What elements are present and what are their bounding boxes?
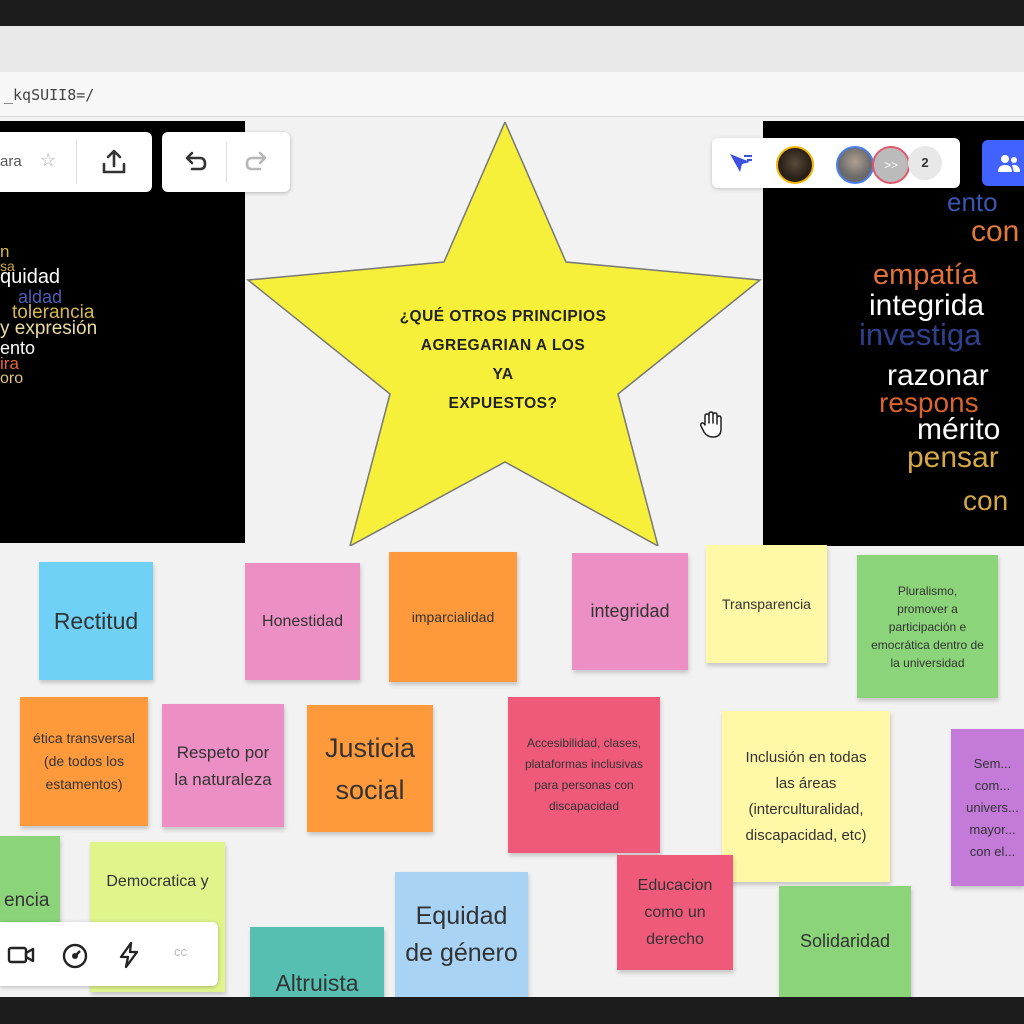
avatar[interactable]: [836, 146, 874, 184]
lightning-icon[interactable]: [114, 940, 144, 970]
question-line: AGREGARIAN A LOS: [420, 337, 586, 354]
people-icon: [998, 155, 1020, 172]
sticky-note[interactable]: Altruista: [250, 927, 384, 997]
sticky-note-text: Justicia social: [324, 732, 416, 805]
sticky-note-text: integridad: [590, 601, 670, 621]
upload-icon[interactable]: [98, 146, 130, 178]
avatar[interactable]: [776, 146, 814, 184]
collaboration-toolbar: >> 2: [712, 138, 1024, 188]
sticky-note[interactable]: Inclusión en todas las áreas (intercultu…: [722, 711, 890, 882]
cloud-word: investiga: [859, 317, 982, 352]
question-line: EXPUESTOS?: [448, 395, 558, 412]
sticky-note[interactable]: Sem... com... univers... mayor... con el…: [951, 729, 1024, 886]
cloud-word: quidad: [0, 266, 61, 288]
sticky-note-text: Democratica y: [106, 873, 209, 890]
undo-icon[interactable]: [180, 148, 208, 176]
window-top-bar: [0, 0, 1024, 26]
sticky-note-text: Altruista: [275, 970, 359, 996]
board-name[interactable]: ara: [0, 153, 22, 170]
cloud-word: con: [963, 485, 1009, 516]
sticky-note-text: Honestidad: [262, 612, 343, 630]
address-bar[interactable]: _kqSUII8=/: [0, 72, 1024, 117]
sticky-note[interactable]: Pluralismo, promover a participación e e…: [857, 555, 998, 698]
sticky-note[interactable]: ética transversal (de todos los estament…: [20, 697, 148, 826]
hand-cursor-icon: [699, 411, 722, 438]
star-icon[interactable]: ☆: [40, 150, 56, 171]
sticky-note-text: encia: [4, 890, 50, 911]
sticky-note[interactable]: Equidad de género: [395, 872, 528, 997]
sticky-note-text: Inclusión en todas las áreas (intercultu…: [745, 748, 867, 844]
sticky-note[interactable]: Educacion como un derecho: [617, 855, 733, 970]
sticky-note-text: Transparencia: [722, 596, 811, 612]
sticky-note[interactable]: Rectitud: [39, 562, 153, 680]
sticky-note-text: imparcialidad: [411, 609, 495, 625]
collaborators-panel: >> 2: [712, 138, 960, 188]
sticky-note[interactable]: Solidaridad: [779, 886, 911, 997]
sticky-note-text: Sem... com... univers... mayor... con el…: [966, 755, 1019, 859]
board-title-toolbar: ara ☆: [0, 132, 152, 192]
sticky-note[interactable]: Justicia social: [307, 705, 433, 832]
toolbar-divider: [76, 140, 77, 184]
question-line: ¿QUÉ OTROS PRINCIPIOS: [399, 308, 607, 325]
cloud-word: con: [971, 215, 1020, 248]
undo-redo-toolbar: [162, 132, 290, 192]
url-text: _kqSUII8=/: [4, 86, 95, 104]
cloud-word: empatía: [873, 259, 978, 291]
cc-label[interactable]: cc: [174, 944, 187, 959]
sticky-note[interactable]: Respeto por la naturaleza: [162, 704, 284, 827]
sticky-note-text: ética transversal (de todos los estament…: [33, 730, 135, 792]
cloud-word: y expresión: [0, 318, 98, 339]
redo-icon[interactable]: [244, 148, 272, 176]
cloud-word: pensar: [907, 441, 999, 474]
sticky-note-text: Accesibilidad, clases, plataformas inclu…: [524, 736, 644, 813]
browser-tab-strip: [0, 26, 1024, 72]
cursor-arrow-icon[interactable]: [726, 150, 754, 176]
avatar-more[interactable]: >>: [872, 146, 910, 184]
question-line: YA: [492, 366, 514, 383]
sticky-note[interactable]: Honestidad: [245, 563, 360, 680]
timer-icon[interactable]: [60, 940, 90, 970]
sticky-note[interactable]: Accesibilidad, clases, plataformas inclu…: [508, 697, 660, 853]
avatar-more-label: >>: [883, 158, 898, 172]
sticky-note[interactable]: Transparencia: [706, 545, 827, 663]
bottom-tools-bar: cc: [0, 922, 218, 986]
share-button[interactable]: [982, 140, 1024, 186]
sticky-note-text: Solidaridad: [799, 931, 891, 951]
sticky-note-text: Equidad de género: [405, 901, 518, 967]
cloud-word: oro: [0, 370, 24, 387]
video-camera-icon[interactable]: [6, 940, 36, 970]
sticky-note[interactable]: integridad: [572, 553, 688, 670]
sticky-note-text: Respeto por la naturaleza: [174, 742, 272, 789]
sticky-note-text: Educacion como un derecho: [637, 877, 713, 948]
toolbar-divider: [226, 142, 227, 182]
window-bottom-bar: [0, 997, 1024, 1024]
question-text: ¿QUÉ OTROS PRINCIPIOS AGREGARIAN A LOS Y…: [350, 302, 656, 418]
sticky-note-text: Rectitud: [53, 607, 139, 634]
cloud-word: ento: [947, 187, 998, 217]
sticky-note[interactable]: imparcialidad: [389, 552, 517, 682]
sticky-note-text: Pluralismo, promover a participación e e…: [871, 583, 984, 670]
collaborator-count[interactable]: 2: [908, 146, 942, 180]
